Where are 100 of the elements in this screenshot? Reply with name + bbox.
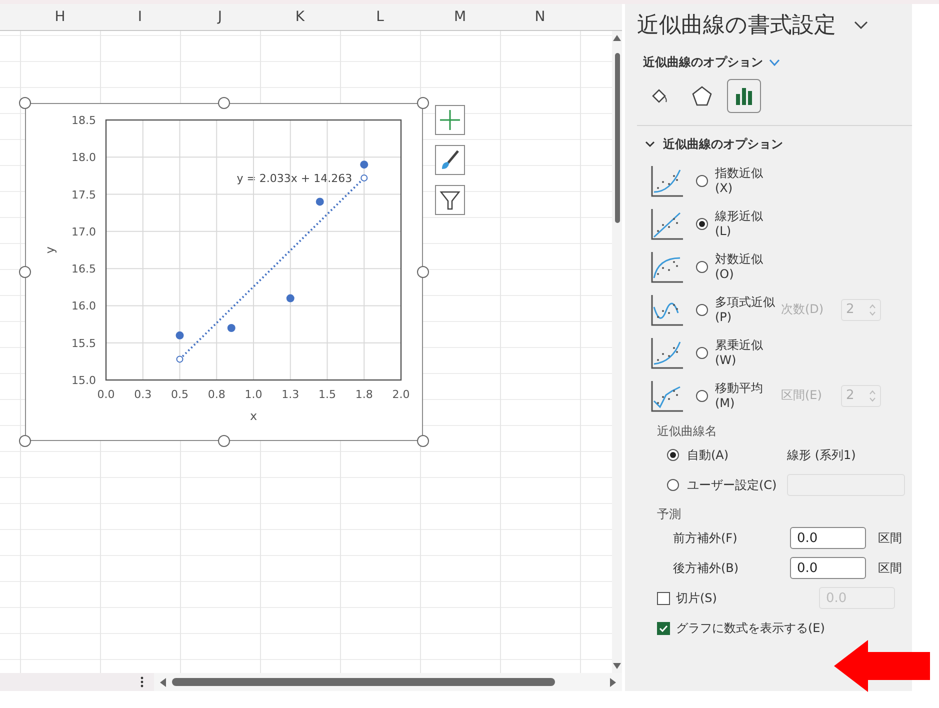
- column-header[interactable]: L: [340, 4, 420, 30]
- section-header[interactable]: 近似曲線のオプション: [645, 136, 912, 153]
- parameter-label: 次数(D): [781, 301, 825, 318]
- y-tick-label: 15.5: [72, 336, 96, 350]
- x-tick-label: 0.5: [171, 388, 188, 401]
- radio-label: 移動平均(M): [715, 380, 764, 410]
- resize-handle[interactable]: [19, 435, 31, 447]
- checkbox[interactable]: [657, 592, 670, 604]
- checkbox[interactable]: [657, 622, 670, 634]
- radio-button[interactable]: [696, 390, 708, 402]
- scroll-left-arrow-icon: [160, 678, 166, 686]
- more-options-icon[interactable]: [140, 676, 144, 688]
- resize-handle[interactable]: [218, 435, 230, 447]
- group-label: 近似曲線名: [657, 423, 718, 440]
- spinner-arrows-icon: [869, 388, 876, 402]
- radio-button[interactable]: [667, 479, 679, 491]
- x-axis-title: x: [250, 409, 258, 423]
- data-point: [286, 294, 294, 302]
- column-header[interactable]: K: [260, 4, 340, 30]
- parameter-label: 区間(E): [781, 387, 823, 404]
- forecast-field[interactable]: 0.0: [790, 527, 866, 549]
- radio-label: 指数近似(X): [715, 166, 764, 196]
- radio-label: 線形近似(L): [715, 208, 764, 238]
- radio-label: 多項式近似(P): [715, 294, 775, 324]
- group-label: 予測: [657, 506, 682, 523]
- trendline-type-icon: [650, 206, 684, 240]
- resize-handle[interactable]: [417, 435, 429, 447]
- checkmark-icon: [659, 624, 668, 632]
- trendline-type-icon: [650, 292, 684, 326]
- x-tick-label: 1.8: [355, 388, 373, 401]
- vertical-scrollbar[interactable]: [612, 31, 622, 673]
- chevron-down-icon: [769, 59, 780, 66]
- chart-filters-button[interactable]: [435, 185, 465, 215]
- plus-icon: [439, 109, 461, 131]
- x-tick-label: 0.3: [134, 388, 152, 401]
- y-tick-label: 18.0: [72, 151, 96, 164]
- options-dropdown[interactable]: 近似曲線のオプション: [643, 54, 912, 71]
- forecast-field[interactable]: 0.0: [790, 557, 866, 579]
- y-tick-label: 15.0: [72, 374, 96, 387]
- unit-label: 区間: [878, 560, 902, 576]
- x-tick-label: 2.0: [392, 388, 410, 401]
- radio-button[interactable]: [696, 174, 708, 186]
- trendline-type-icon: [650, 164, 684, 198]
- chart-styles-button[interactable]: [435, 145, 465, 175]
- horizontal-scrollbar[interactable]: [154, 673, 622, 691]
- x-tick-label: 1.3: [282, 388, 300, 401]
- scroll-down-arrow-icon: [613, 663, 621, 669]
- column-header[interactable]: H: [20, 4, 100, 30]
- radio-label: 累乗近似(W): [715, 338, 764, 368]
- x-tick-label: 1.0: [244, 388, 262, 401]
- field-label: 後方補外(B): [673, 560, 740, 576]
- radio-button[interactable]: [667, 449, 679, 461]
- y-tick-label: 16.5: [72, 262, 96, 276]
- radio-label: 自動(A): [687, 446, 730, 464]
- radio-label: ユーザー設定(C): [687, 476, 778, 494]
- column-header[interactable]: M: [420, 4, 500, 30]
- radio-button[interactable]: [696, 304, 708, 316]
- spinner-arrows-icon: [869, 302, 876, 316]
- radio-button[interactable]: [696, 346, 708, 358]
- trendline-name: 線形 (系列1): [787, 446, 856, 464]
- x-tick-label: 1.5: [318, 388, 336, 401]
- radio-button[interactable]: [696, 260, 708, 272]
- pentagon-icon: [691, 85, 713, 107]
- trendline-type-icon: [650, 250, 684, 284]
- pane-title: 近似曲線の書式設定: [637, 12, 836, 40]
- y-tick-label: 16.0: [72, 300, 96, 313]
- resize-handle[interactable]: [417, 266, 429, 278]
- y-tick-label: 17.5: [72, 188, 96, 202]
- resize-handle[interactable]: [417, 97, 429, 109]
- scroll-up-arrow-icon: [613, 35, 621, 41]
- column-header[interactable]: N: [500, 4, 580, 30]
- y-tick-label: 18.5: [72, 114, 96, 127]
- funnel-icon: [439, 189, 461, 211]
- y-axis-title: y: [43, 246, 57, 254]
- unit-label: 区間: [878, 530, 902, 546]
- trendline-type-icon: [650, 378, 684, 412]
- resize-handle[interactable]: [19, 266, 31, 278]
- column-header[interactable]: J: [180, 4, 260, 30]
- checkbox-label: 切片(S): [676, 590, 718, 606]
- resize-handle[interactable]: [218, 97, 230, 109]
- column-header[interactable]: I: [100, 4, 180, 30]
- bar-chart-icon: [734, 86, 754, 106]
- y-tick-label: 17.0: [72, 225, 96, 238]
- x-tick-label: 0.8: [208, 388, 226, 401]
- x-tick-label: 0.0: [97, 388, 115, 401]
- trendline-type-icon: [650, 336, 684, 370]
- data-point: [176, 331, 184, 340]
- radio-label: 対数近似(O): [715, 252, 764, 282]
- resize-handle[interactable]: [19, 97, 31, 109]
- data-point: [316, 198, 324, 206]
- checkbox-label: グラフに数式を表示する(E): [676, 620, 825, 636]
- chart-elements-button[interactable]: [435, 105, 465, 135]
- pane-tab[interactable]: [727, 79, 761, 113]
- data-point: [227, 324, 236, 332]
- radio-button[interactable]: [696, 218, 708, 230]
- paintbrush-icon: [439, 149, 461, 171]
- data-point: [360, 160, 368, 169]
- field-label: 前方補外(F): [673, 530, 738, 546]
- scroll-right-arrow-icon: [610, 678, 616, 686]
- chevron-down-icon[interactable]: [854, 21, 868, 29]
